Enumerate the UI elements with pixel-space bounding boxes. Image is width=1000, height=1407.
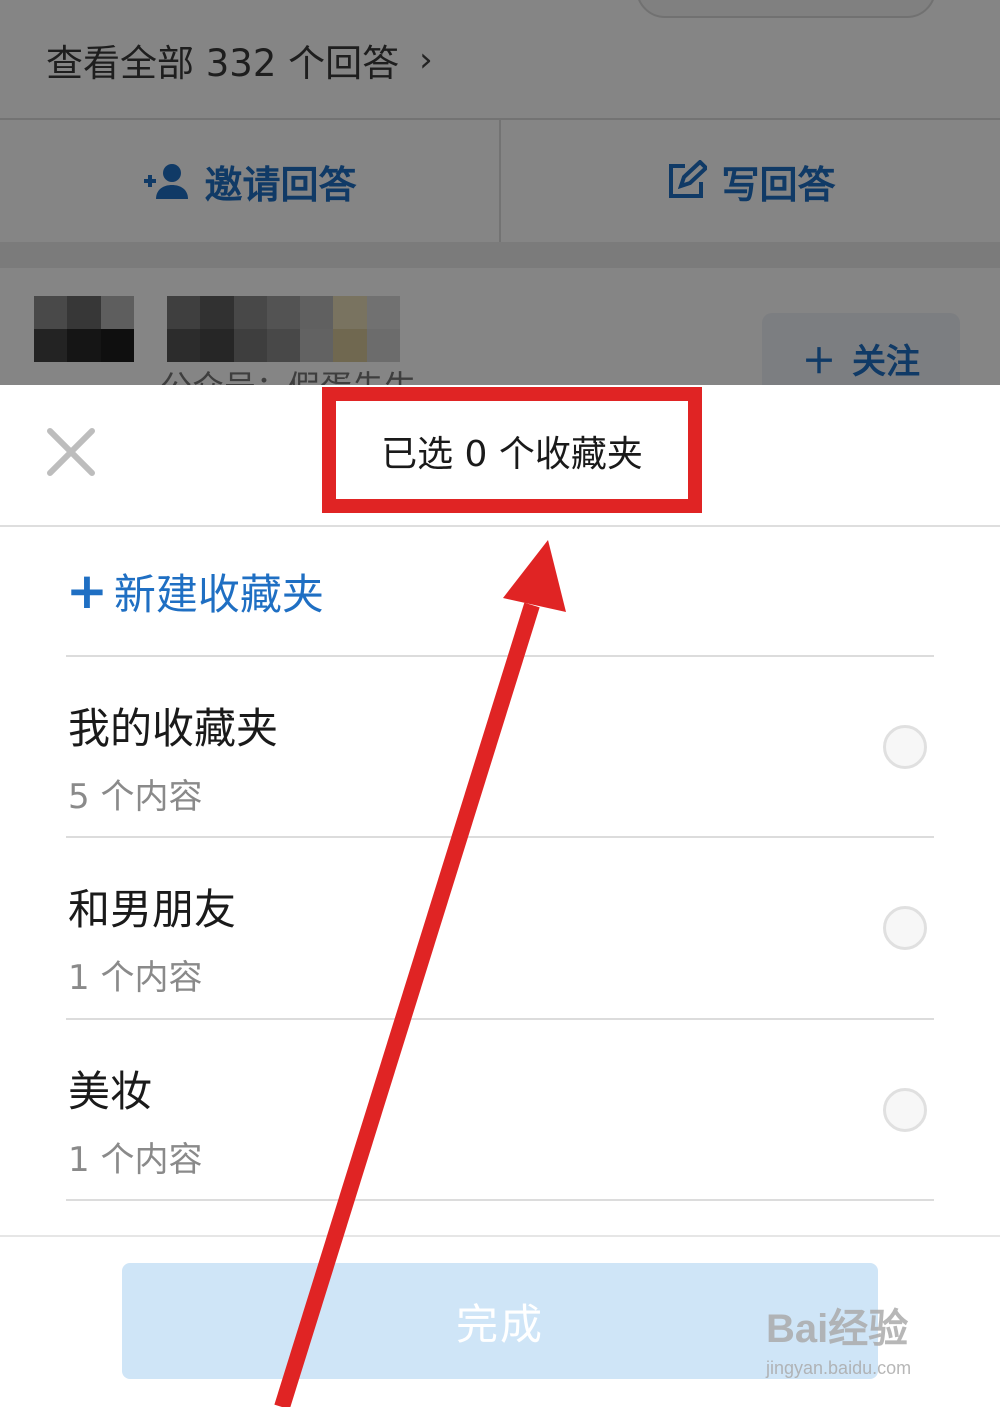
- folder-count: 1 个内容: [68, 958, 203, 998]
- folder-count: 5 个内容: [68, 777, 203, 817]
- modal-overlay[interactable]: [0, 0, 1000, 385]
- folder-item[interactable]: 我的收藏夹 5 个内容: [0, 657, 1000, 837]
- divider: [66, 1199, 934, 1201]
- plus-icon: +: [66, 562, 108, 620]
- folder-name: 我的收藏夹: [68, 704, 279, 753]
- done-button[interactable]: 完成: [122, 1263, 878, 1379]
- folder-item[interactable]: 美妆 1 个内容: [0, 1020, 1000, 1200]
- folder-item[interactable]: 和男朋友 1 个内容: [0, 838, 1000, 1018]
- new-folder-button[interactable]: + 新建收藏夹: [66, 563, 324, 619]
- sheet-header: 已选 0 个收藏夹: [0, 385, 1000, 527]
- footer-divider: [0, 1235, 1000, 1237]
- folder-name: 和男朋友: [68, 885, 237, 934]
- folder-radio[interactable]: [883, 725, 927, 769]
- folder-count: 1 个内容: [68, 1140, 203, 1180]
- folder-name: 美妆: [68, 1067, 153, 1116]
- folder-radio[interactable]: [883, 1088, 927, 1132]
- background-page: 查看全部 332 个回答 › 邀请回答 写回答 公众号：假蛋先生 ＋ 关注: [0, 0, 1000, 385]
- new-folder-label: 新建收藏夹: [113, 569, 324, 619]
- collection-sheet: 已选 0 个收藏夹 + 新建收藏夹 我的收藏夹 5 个内容 和男朋友 1 个内容…: [0, 385, 1000, 1407]
- close-icon[interactable]: [44, 425, 98, 479]
- selected-count-title: 已选 0 个收藏夹: [381, 434, 643, 475]
- folder-radio[interactable]: [883, 906, 927, 950]
